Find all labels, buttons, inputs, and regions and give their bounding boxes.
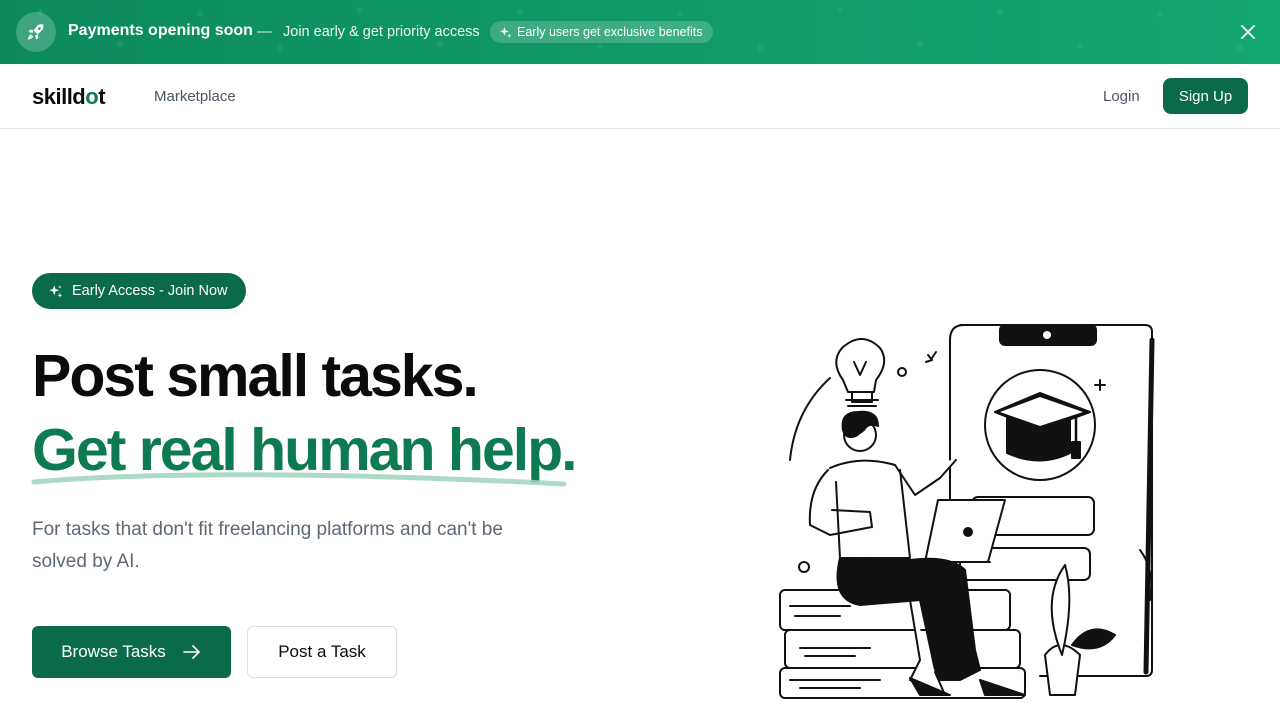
early-access-badge[interactable]: Early Access - Join Now (32, 273, 246, 309)
close-icon[interactable] (1238, 22, 1258, 42)
headline-underline (31, 472, 567, 487)
login-link[interactable]: Login (1103, 88, 1140, 105)
banner-pill-label: Early users get exclusive benefits (517, 25, 703, 39)
rocket-icon-badge (16, 12, 56, 52)
banner-separator: — (257, 23, 272, 40)
hero-illustration (779, 324, 1155, 699)
logo-text-end: t (98, 84, 106, 109)
logo[interactable]: skilldot (32, 84, 106, 110)
site-header: skilldot Marketplace Login Sign Up (0, 64, 1280, 129)
arrow-right-icon (182, 645, 200, 659)
browse-tasks-label: Browse Tasks (61, 642, 166, 661)
hero-headline: Post small tasks. (32, 343, 479, 409)
banner-title: Payments opening soon (68, 22, 253, 39)
banner-subtitle: Join early & get priority access (283, 24, 480, 40)
browse-tasks-button[interactable]: Browse Tasks (32, 626, 231, 678)
rocket-icon (28, 24, 44, 40)
nav-marketplace[interactable]: Marketplace (154, 88, 236, 105)
signup-button[interactable]: Sign Up (1163, 78, 1248, 114)
sparkle-icon (49, 284, 63, 298)
sparkle-icon (500, 26, 512, 38)
announcement-banner: Payments opening soon — Join early & get… (0, 0, 1280, 64)
badge-label: Early Access - Join Now (72, 283, 228, 299)
hero-description: For tasks that don't fit freelancing pla… (32, 519, 503, 572)
logo-text-accent: o (85, 84, 99, 109)
logo-text-main: skilld (32, 84, 86, 109)
post-task-button[interactable]: Post a Task (247, 626, 397, 678)
banner-benefits-pill: Early users get exclusive benefits (490, 21, 713, 43)
